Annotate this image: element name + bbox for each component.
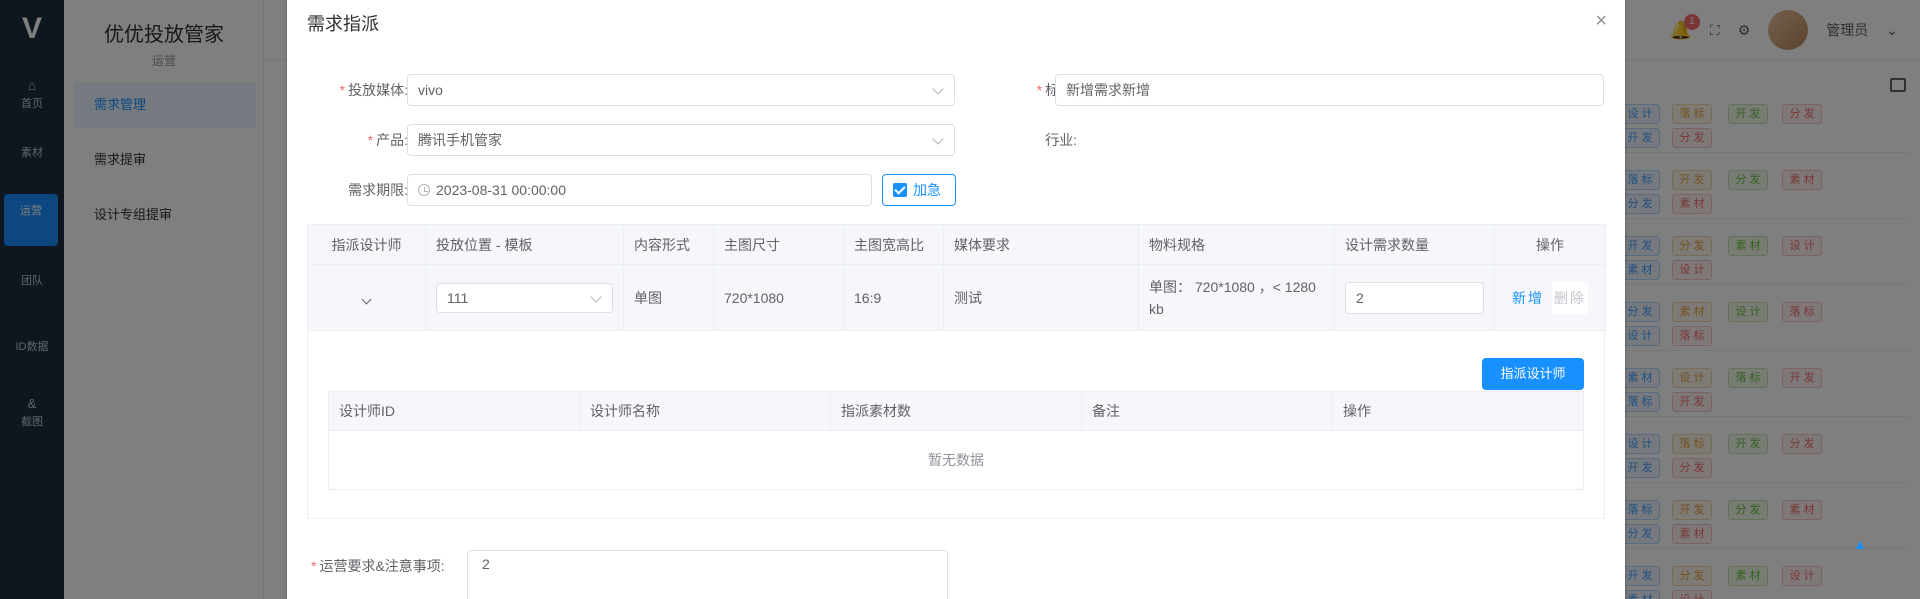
col-header: 物料规格 xyxy=(1138,224,1335,265)
clock-icon xyxy=(418,184,430,196)
urgent-checkbox[interactable]: 加急 xyxy=(882,174,956,206)
material-spec-cell: 单图： 720*1080 ，< 1280 kb xyxy=(1138,264,1335,331)
table-row: 111 单图 720*1080 16:9 测试 单图： 720*1080 ，< … xyxy=(307,264,1606,331)
col-header: 主图尺寸 xyxy=(713,224,844,265)
col-header: 设计师名称 xyxy=(579,391,831,431)
empty-state: 暂无数据 xyxy=(328,430,1584,490)
chevron-down-icon xyxy=(932,83,944,95)
media-requirement-cell: 测试 xyxy=(943,264,1139,331)
col-header: 备注 xyxy=(1081,391,1333,431)
col-header: 操作 xyxy=(1494,224,1606,265)
col-header: 设计需求数量 xyxy=(1334,224,1495,265)
product-label: * 产品: xyxy=(367,132,408,148)
back-to-top-icon[interactable]: ▲ xyxy=(1840,524,1880,564)
expand-toggle[interactable] xyxy=(307,264,426,331)
quantity-input[interactable]: 2 xyxy=(1345,281,1484,314)
table-header-row: 指派设计师 投放位置 - 模板 内容形式 主图尺寸 主图宽高比 媒体要求 物料规… xyxy=(307,224,1606,265)
delete-row-button[interactable]: 删除 xyxy=(1552,281,1588,314)
assign-dialog: 需求指派 × *投放媒体: vivo *标题: 新增需求新增 *产品: 腾讯手机… xyxy=(287,0,1625,599)
col-header: 指派素材数 xyxy=(830,391,1082,431)
industry-value: - xyxy=(1055,132,1060,148)
col-header: 操作 xyxy=(1332,391,1584,431)
product-select[interactable]: 腾讯手机管家 xyxy=(407,124,955,156)
close-icon[interactable]: × xyxy=(1595,10,1607,33)
deadline-picker[interactable]: 2023-08-31 00:00:00 xyxy=(407,174,872,206)
content-form-cell: 单图 xyxy=(623,264,714,331)
chevron-down-icon xyxy=(590,290,602,303)
assign-designer-button[interactable]: 指派设计师 xyxy=(1482,358,1584,390)
position-template-select[interactable]: 111 xyxy=(436,282,613,313)
chevron-down-icon xyxy=(361,294,372,304)
media-select[interactable]: vivo xyxy=(407,74,955,106)
main-size-cell: 720*1080 xyxy=(713,264,844,331)
title-input[interactable]: 新增需求新增 xyxy=(1055,74,1604,106)
col-header: 主图宽高比 xyxy=(843,224,944,265)
col-header: 指派设计师 xyxy=(307,224,426,265)
expanded-row-panel: 指派设计师 设计师ID 设计师名称 指派素材数 备注 操作 暂无数据 xyxy=(307,331,1605,519)
ratio-cell: 16:9 xyxy=(843,264,944,331)
notes-label: * 运营要求&注意事项: xyxy=(311,558,445,574)
demand-table: 指派设计师 投放位置 - 模板 内容形式 主图尺寸 主图宽高比 媒体要求 物料规… xyxy=(307,224,1606,331)
col-header: 设计师ID xyxy=(328,391,580,431)
deadline-label: 需求期限: xyxy=(348,182,408,198)
col-header: 投放位置 - 模板 xyxy=(425,224,624,265)
dialog-title: 需求指派 xyxy=(307,14,379,34)
checkbox-checked-icon xyxy=(893,183,907,197)
chevron-down-icon xyxy=(932,133,944,145)
notes-textarea[interactable]: 2 xyxy=(467,550,948,599)
media-label: * 投放媒体: xyxy=(339,82,408,98)
col-header: 内容形式 xyxy=(623,224,714,265)
designer-table: 设计师ID 设计师名称 指派素材数 备注 操作 暂无数据 xyxy=(328,391,1584,490)
designer-table-header: 设计师ID 设计师名称 指派素材数 备注 操作 xyxy=(328,391,1584,431)
add-row-button[interactable]: 新增 xyxy=(1512,290,1544,306)
col-header: 媒体要求 xyxy=(943,224,1139,265)
